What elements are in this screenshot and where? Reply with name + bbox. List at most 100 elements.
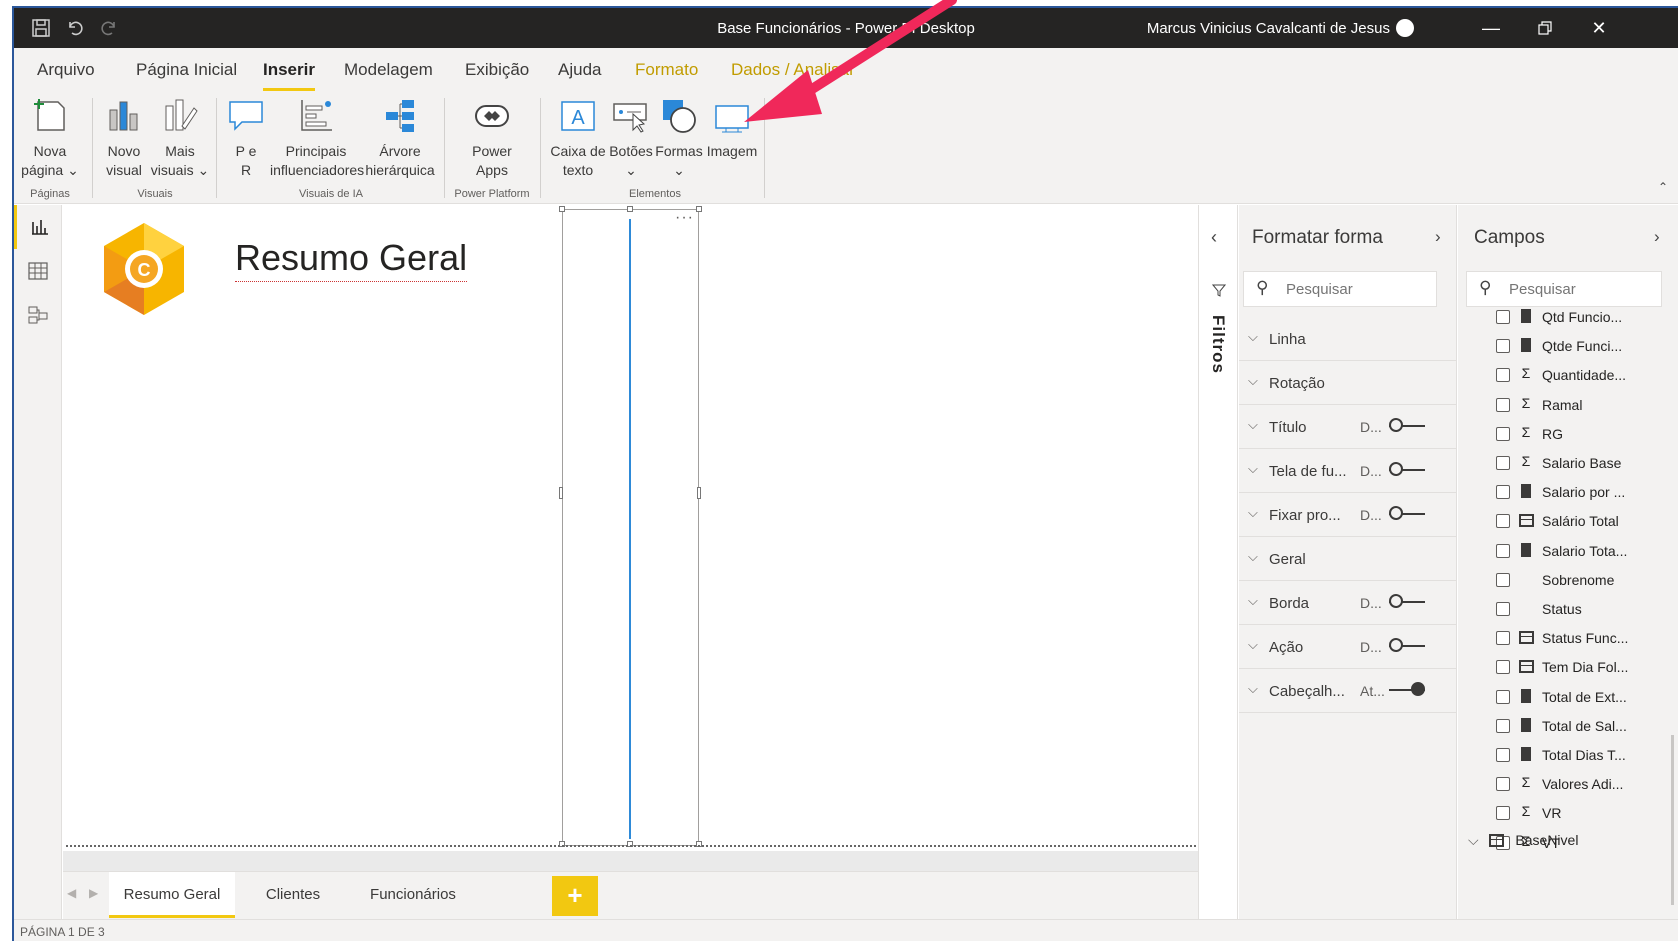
field-checkbox[interactable] [1496, 397, 1510, 412]
tab-pagina-inicial[interactable]: Página Inicial [136, 60, 237, 80]
resize-handle[interactable] [696, 206, 702, 212]
resize-handle[interactable] [627, 206, 633, 212]
format-section[interactable]: ⌵ Fixar pro... D... [1239, 493, 1457, 537]
collapse-ribbon-icon[interactable]: ⌃ [1658, 180, 1668, 194]
field-item[interactable]: Tem Dia Fol... [1496, 657, 1676, 677]
scrollbar[interactable] [1671, 735, 1674, 905]
add-page-button[interactable]: + [552, 876, 598, 916]
field-item[interactable]: Σ VR [1496, 803, 1676, 823]
novo-visual-button[interactable]: Novo visual [100, 92, 148, 180]
field-checkbox[interactable] [1496, 718, 1510, 733]
chevron-right-icon[interactable]: › [1435, 227, 1441, 247]
p-e-r-button[interactable]: P e R [226, 92, 266, 180]
filters-label[interactable]: Filtros [1208, 315, 1228, 374]
data-view-icon[interactable] [14, 249, 62, 293]
power-apps-button[interactable]: Power Apps [462, 92, 522, 180]
field-item[interactable]: Σ Ramal [1496, 395, 1676, 415]
fields-search-input[interactable] [1509, 281, 1649, 298]
tab-formato[interactable]: Formato [635, 60, 698, 80]
field-item[interactable]: Salario por ... [1496, 482, 1676, 502]
field-item[interactable]: Sobrenome [1496, 570, 1676, 590]
field-checkbox[interactable] [1496, 660, 1510, 675]
filters-pane[interactable]: ‹ Filtros [1198, 205, 1238, 919]
field-checkbox[interactable] [1496, 514, 1510, 529]
field-checkbox[interactable] [1496, 806, 1510, 821]
botoes-button[interactable]: Botões ⌄ [608, 92, 654, 180]
tab-dados-analisar[interactable]: Dados / Analisar [731, 60, 855, 80]
restore-icon[interactable] [1518, 8, 1572, 48]
format-search-input[interactable] [1286, 281, 1426, 298]
imagem-button[interactable]: Imagem [704, 92, 760, 161]
field-checkbox[interactable] [1496, 777, 1510, 792]
resize-handle[interactable] [697, 487, 701, 499]
field-checkbox[interactable] [1496, 339, 1510, 354]
fields-search[interactable]: ⚲ [1466, 271, 1662, 307]
tab-exibicao[interactable]: Exibição [465, 60, 529, 80]
field-item[interactable]: Σ Salario Base [1496, 453, 1676, 473]
field-checkbox[interactable] [1496, 485, 1510, 500]
field-item[interactable]: Status Func... [1496, 628, 1676, 648]
resize-handle[interactable] [559, 206, 565, 212]
format-section[interactable]: ⌵ Linha [1239, 317, 1457, 361]
close-icon[interactable]: ✕ [1572, 8, 1626, 48]
field-item[interactable]: Total de Sal... [1496, 716, 1676, 736]
format-section[interactable]: ⌵ Rotação [1239, 361, 1457, 405]
toggle-switch[interactable] [1389, 638, 1425, 652]
field-checkbox[interactable] [1496, 689, 1510, 704]
prev-page-icon[interactable]: ◀ [67, 886, 76, 900]
field-checkbox[interactable] [1496, 368, 1510, 383]
field-item[interactable]: Σ Quantidade... [1496, 365, 1676, 385]
field-item[interactable]: Σ RG [1496, 424, 1676, 444]
format-section[interactable]: ⌵ Borda D... [1239, 581, 1457, 625]
field-item[interactable]: Salario Tota... [1496, 541, 1676, 561]
field-item[interactable]: Total Dias T... [1496, 745, 1676, 765]
formas-button[interactable]: Formas ⌄ [654, 92, 704, 180]
field-item[interactable]: Salário Total [1496, 511, 1676, 531]
vertical-line-shape[interactable] [629, 219, 631, 839]
field-checkbox[interactable] [1496, 310, 1510, 324]
report-view-icon[interactable] [14, 205, 62, 249]
toggle-switch[interactable] [1389, 682, 1425, 696]
field-checkbox[interactable] [1496, 748, 1510, 762]
next-page-icon[interactable]: ▶ [89, 886, 98, 900]
toggle-switch[interactable] [1389, 594, 1425, 608]
chevron-right-icon[interactable]: › [1654, 227, 1660, 247]
table-basenivel[interactable]: ⌵ BaseNivel [1468, 832, 1578, 849]
format-section[interactable]: ⌵ Ação D... [1239, 625, 1457, 669]
more-options-icon[interactable]: ··· [675, 209, 694, 227]
page-tab-clientes[interactable]: Clientes [243, 872, 343, 918]
field-item[interactable]: Status [1496, 599, 1676, 619]
report-page[interactable]: C Resumo Geral ··· [63, 205, 1198, 851]
report-title[interactable]: Resumo Geral [235, 237, 468, 282]
tab-inserir[interactable]: Inserir [263, 60, 315, 91]
toggle-switch[interactable] [1389, 462, 1425, 476]
page-tab-funcionarios[interactable]: Funcionários [348, 872, 478, 918]
caixa-de-texto-button[interactable]: A Caixa de texto [550, 92, 606, 180]
minimize-icon[interactable]: — [1464, 8, 1518, 48]
field-item[interactable]: Σ Valores Adi... [1496, 774, 1676, 794]
format-section[interactable]: ⌵ Cabeçalh... At... [1239, 669, 1457, 713]
field-item[interactable]: Qtd Funcio... [1496, 307, 1676, 327]
field-checkbox[interactable] [1496, 602, 1510, 616]
field-checkbox[interactable] [1496, 426, 1510, 441]
toggle-switch[interactable] [1389, 418, 1425, 432]
tab-modelagem[interactable]: Modelagem [344, 60, 433, 80]
avatar[interactable] [1396, 19, 1414, 37]
toggle-switch[interactable] [1389, 506, 1425, 520]
tab-arquivo[interactable]: Arquivo [37, 60, 95, 80]
field-checkbox[interactable] [1496, 631, 1510, 646]
field-checkbox[interactable] [1496, 572, 1510, 587]
field-checkbox[interactable] [1496, 456, 1510, 470]
mais-visuais-button[interactable]: Mais visuais ⌄ [150, 92, 210, 180]
format-section[interactable]: ⌵ Título D... [1239, 405, 1457, 449]
chevron-left-icon[interactable]: ‹ [1211, 227, 1217, 248]
resize-handle[interactable] [559, 487, 563, 499]
format-section[interactable]: ⌵ Tela de fu... D... [1239, 449, 1457, 493]
field-item[interactable]: Total de Ext... [1496, 687, 1676, 707]
user-name[interactable]: Marcus Vinicius Cavalcanti de Jesus [1147, 20, 1390, 37]
principais-influenciadores-button[interactable]: Principais influenciadores [270, 92, 364, 180]
format-search[interactable]: ⚲ [1243, 271, 1437, 307]
page-tab-resumo-geral[interactable]: Resumo Geral [109, 872, 235, 918]
field-checkbox[interactable] [1496, 543, 1510, 558]
tab-ajuda[interactable]: Ajuda [558, 60, 601, 80]
